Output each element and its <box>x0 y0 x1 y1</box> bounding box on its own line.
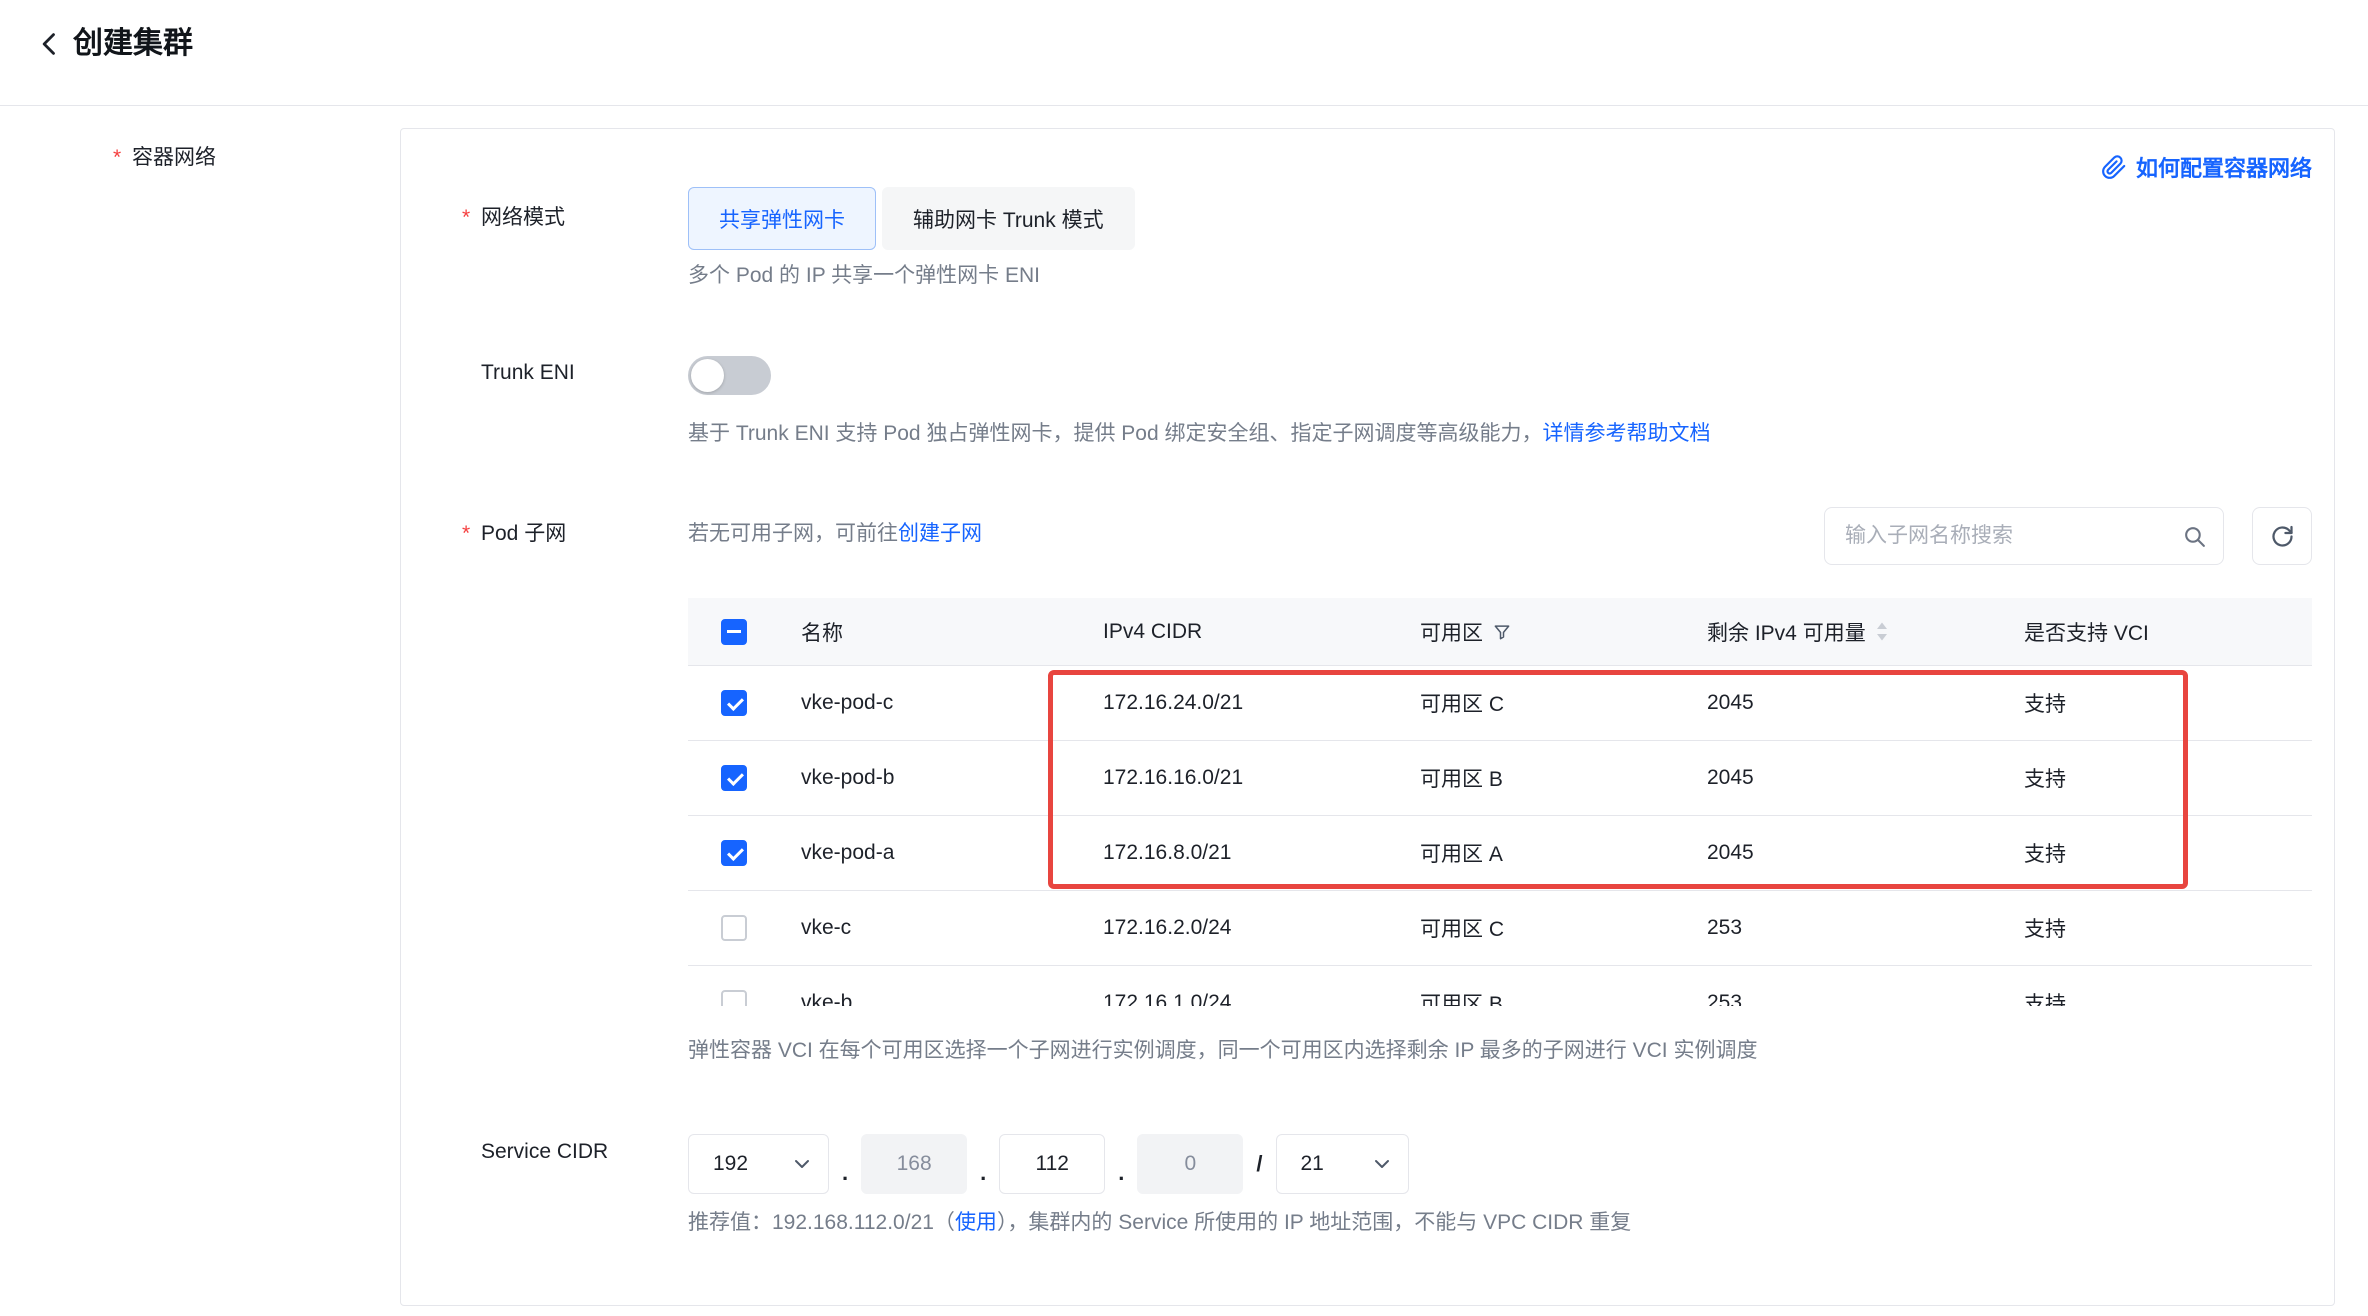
use-recommended-link[interactable]: 使用 <box>955 1211 997 1234</box>
mode-option-shared-eni[interactable]: 共享弹性网卡 <box>688 187 876 250</box>
required-mark: * <box>462 204 481 232</box>
subnet-remaining: 253 <box>1685 891 2002 965</box>
subnet-table: 名称 IPv4 CIDR 可用区 剩余 IPv4 可用量 是否支持 VCI vk… <box>688 598 2312 1006</box>
service-cidr-hint: 推荐值：192.168.112.0/21（使用），集群内的 Service 所使… <box>688 1209 1631 1237</box>
subnet-search <box>1824 507 2224 565</box>
help-link-label: 如何配置容器网络 <box>2136 151 2312 183</box>
filter-icon[interactable] <box>1492 622 1512 642</box>
column-header-name: 名称 <box>779 598 1081 665</box>
subnet-vci: 支持 <box>2002 816 2312 890</box>
dot-separator: . <box>980 1160 986 1186</box>
row-checkbox[interactable] <box>721 915 747 941</box>
subnet-vci: 支持 <box>2002 891 2312 965</box>
trunk-eni-toggle[interactable] <box>688 356 771 395</box>
subnet-cidr: 172.16.1.0/24 <box>1081 966 1398 1006</box>
mask-value: 21 <box>1301 1152 1324 1176</box>
subnet-remaining: 2045 <box>1685 741 2002 815</box>
row-checkbox[interactable] <box>721 690 747 716</box>
table-row: vke-pod-b 172.16.16.0/21 可用区 B 2045 支持 <box>688 741 2312 816</box>
service-cidr-label: Service CIDR <box>462 1138 608 1166</box>
subnet-zone: 可用区 B <box>1398 741 1685 815</box>
subnet-name: vke-pod-a <box>779 816 1081 890</box>
subnet-remaining: 2045 <box>1685 666 2002 740</box>
network-mode-label: *网络模式 <box>462 204 565 232</box>
trunk-eni-label: Trunk ENI <box>462 359 575 387</box>
refresh-button[interactable] <box>2252 507 2312 565</box>
required-mark: * <box>113 144 132 172</box>
row-checkbox[interactable] <box>721 990 747 1006</box>
service-cidr-octet3-input[interactable] <box>999 1134 1105 1194</box>
column-header-cidr: IPv4 CIDR <box>1081 598 1398 665</box>
table-row: vke-pod-a 172.16.8.0/21 可用区 A 2045 支持 <box>688 816 2312 891</box>
table-row: vke-pod-c 172.16.24.0/21 可用区 C 2045 支持 <box>688 666 2312 741</box>
subnet-cidr: 172.16.24.0/21 <box>1081 666 1398 740</box>
help-link[interactable]: 如何配置容器网络 <box>2101 151 2312 183</box>
subnet-name: vke-c <box>779 891 1081 965</box>
select-all-checkbox[interactable] <box>721 619 747 645</box>
trunk-eni-hint: 基于 Trunk ENI 支持 Pod 独占弹性网卡，提供 Pod 绑定安全组、… <box>688 420 1710 448</box>
toggle-knob <box>691 359 724 392</box>
service-cidr-octet1-select[interactable]: 192 <box>688 1134 829 1194</box>
back-button[interactable] <box>33 24 67 64</box>
service-cidr-octet4-input <box>1137 1134 1243 1194</box>
refresh-icon <box>2269 523 2296 550</box>
table-footer-hint: 弹性容器 VCI 在每个可用区选择一个子网进行实例调度，同一个可用区内选择剩余 … <box>688 1037 1757 1065</box>
required-mark: * <box>462 520 481 548</box>
chevron-down-icon <box>1370 1152 1394 1176</box>
mode-option-trunk[interactable]: 辅助网卡 Trunk 模式 <box>882 187 1135 250</box>
service-cidr-mask-select[interactable]: 21 <box>1276 1134 1409 1194</box>
table-header-row: 名称 IPv4 CIDR 可用区 剩余 IPv4 可用量 是否支持 VCI <box>688 598 2312 666</box>
subnet-name: vke-pod-c <box>779 666 1081 740</box>
service-cidr-controls: 192 . . . / 21 <box>688 1134 1409 1194</box>
search-icon[interactable] <box>2182 524 2207 549</box>
subnet-cidr: 172.16.16.0/21 <box>1081 741 1398 815</box>
table-row: vke-b 172.16.1.0/24 可用区 B 253 支持 <box>688 966 2312 1006</box>
section-label-text: 容器网络 <box>132 146 216 169</box>
column-header-vci: 是否支持 VCI <box>2002 598 2312 665</box>
container-network-card: 如何配置容器网络 *网络模式 共享弹性网卡 辅助网卡 Trunk 模式 多个 P… <box>400 128 2335 1306</box>
subnet-zone: 可用区 C <box>1398 891 1685 965</box>
dot-separator: . <box>842 1160 848 1186</box>
network-mode-group: 共享弹性网卡 辅助网卡 Trunk 模式 <box>688 187 1135 250</box>
create-subnet-link[interactable]: 创建子网 <box>898 522 982 545</box>
chevron-down-icon <box>790 1152 814 1176</box>
subnet-vci: 支持 <box>2002 666 2312 740</box>
create-cluster-page: 创建集群 *容器网络 如何配置容器网络 *网络模式 共享弹性网卡 辅助网卡 Tr… <box>0 0 2368 1316</box>
page-header: 创建集群 <box>0 0 2368 106</box>
table-row: vke-c 172.16.2.0/24 可用区 C 253 支持 <box>688 891 2312 966</box>
subnet-name: vke-pod-b <box>779 741 1081 815</box>
trunk-help-doc-link[interactable]: 详情参考帮助文档 <box>1542 422 1710 445</box>
subnet-remaining: 2045 <box>1685 816 2002 890</box>
page-title: 创建集群 <box>73 24 193 64</box>
octet1-value: 192 <box>713 1152 748 1176</box>
chevron-left-icon <box>36 30 64 58</box>
subnet-vci: 支持 <box>2002 966 2312 1006</box>
subnet-cidr: 172.16.2.0/24 <box>1081 891 1398 965</box>
row-checkbox[interactable] <box>721 765 747 791</box>
pod-subnet-label: *Pod 子网 <box>462 520 566 548</box>
paperclip-icon <box>2101 154 2127 180</box>
subnet-remaining: 253 <box>1685 966 2002 1006</box>
dot-separator: . <box>1118 1160 1124 1186</box>
subnet-name: vke-b <box>779 966 1081 1006</box>
subnet-zone: 可用区 C <box>1398 666 1685 740</box>
service-cidr-octet2-input <box>861 1134 967 1194</box>
sort-icon[interactable] <box>1875 620 1889 643</box>
subnet-search-input[interactable] <box>1845 524 2182 548</box>
column-header-remaining: 剩余 IPv4 可用量 <box>1685 598 2002 665</box>
subnet-cidr: 172.16.8.0/21 <box>1081 816 1398 890</box>
subnet-zone: 可用区 A <box>1398 816 1685 890</box>
network-mode-hint: 多个 Pod 的 IP 共享一个弹性网卡 ENI <box>688 262 1040 290</box>
slash-separator: / <box>1256 1151 1262 1177</box>
subnet-zone: 可用区 B <box>1398 966 1685 1006</box>
subnet-vci: 支持 <box>2002 741 2312 815</box>
section-label-container-network: *容器网络 <box>113 144 216 172</box>
row-checkbox[interactable] <box>721 840 747 866</box>
pod-subnet-hint: 若无可用子网，可前往创建子网 <box>688 520 982 548</box>
column-header-zone: 可用区 <box>1398 598 1685 665</box>
